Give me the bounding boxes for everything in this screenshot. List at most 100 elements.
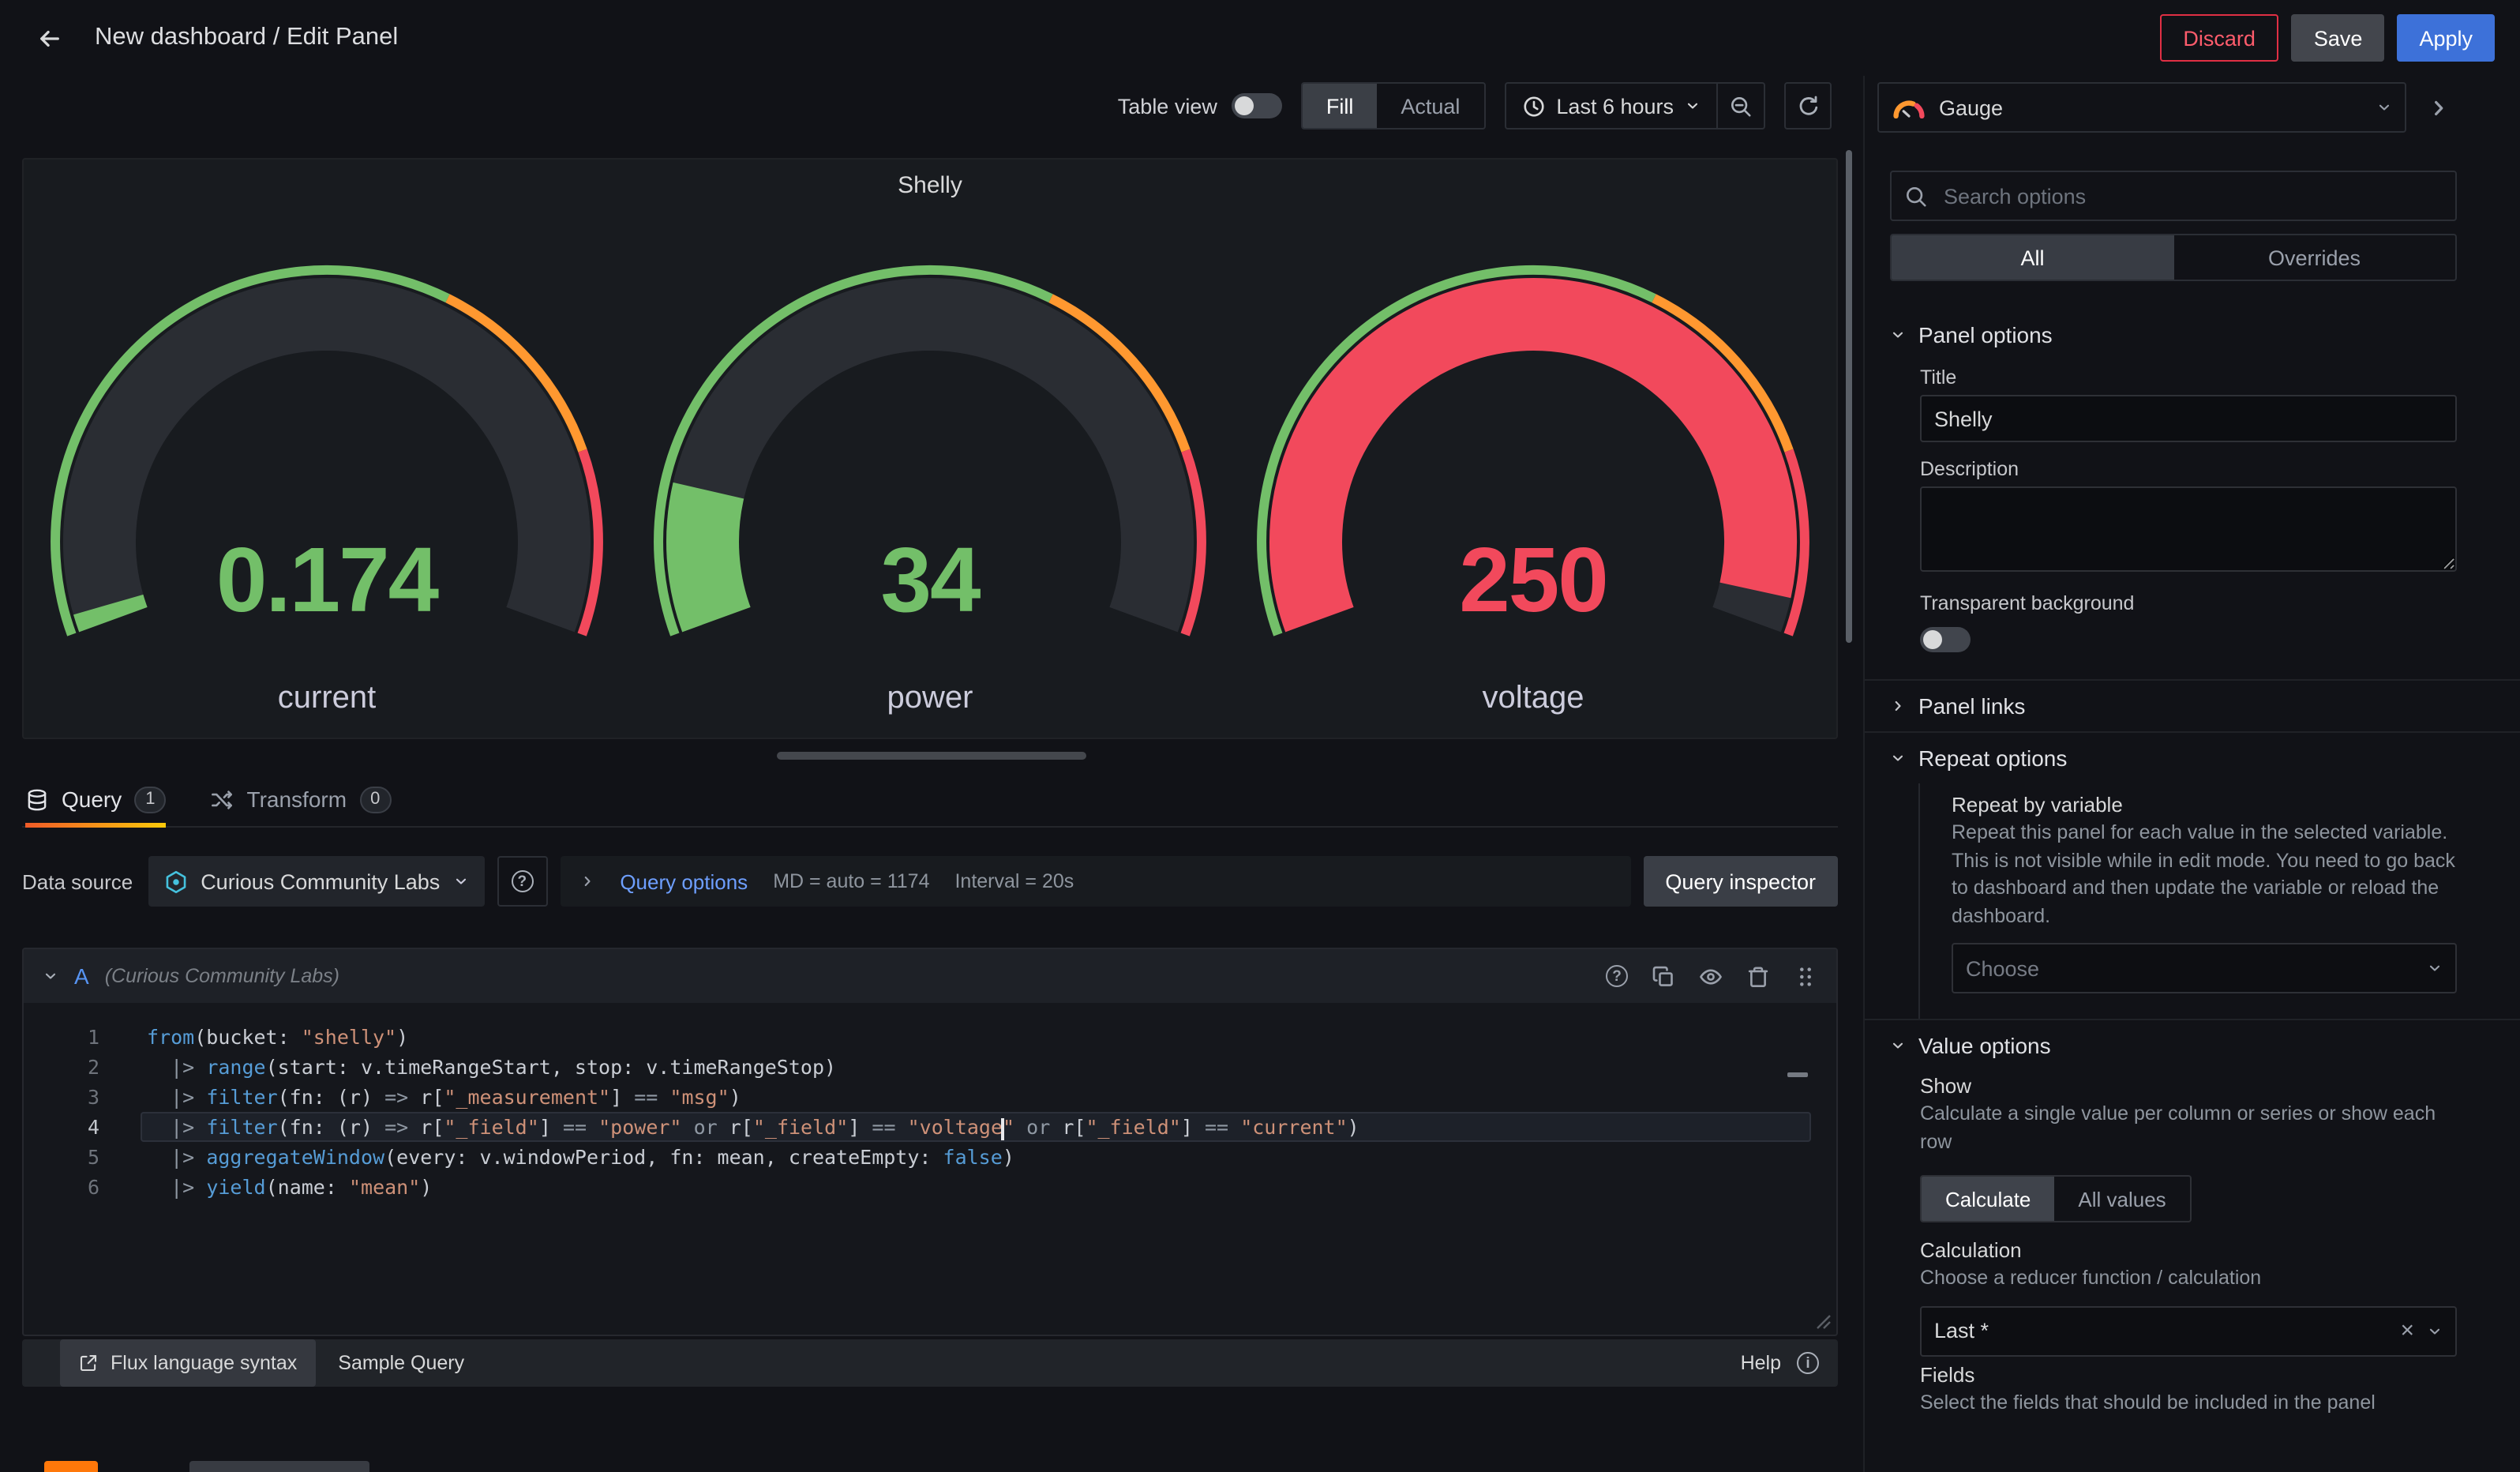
query-count-badge: 1 [134, 786, 166, 813]
repeat-description: Repeat this panel for each value in the … [1952, 820, 2457, 930]
panel-options-header[interactable]: Panel options [1865, 310, 2520, 360]
chevron-right-icon [1890, 698, 1906, 714]
query-row-actions: ? [1606, 964, 1817, 988]
gauge-label: current [30, 681, 624, 717]
query-row-header[interactable]: A (Curious Community Labs) ? [24, 949, 1836, 1003]
back-button[interactable] [25, 14, 73, 62]
query-options-link[interactable]: Query options [620, 869, 748, 893]
panel-resize-handle[interactable] [777, 752, 1086, 760]
chevron-down-icon [1890, 327, 1906, 343]
table-view-label: Table view [1118, 94, 1217, 118]
datasource-help-button[interactable]: ? [497, 856, 547, 907]
sample-query-button[interactable]: Sample Query [316, 1339, 486, 1387]
flux-syntax-button[interactable]: Flux language syntax [60, 1339, 316, 1387]
calculate-option[interactable]: Calculate [1922, 1177, 2054, 1221]
drag-handle-icon[interactable] [1794, 964, 1817, 988]
transparent-background-toggle[interactable] [1920, 627, 1971, 652]
fill-option[interactable]: Fill [1303, 84, 1378, 128]
code-line[interactable]: 2 |> range(start: v.timeRangeStart, stop… [24, 1052, 1836, 1082]
gauge-label: power [633, 681, 1227, 717]
repeat-options-body: Repeat by variable Repeat this panel for… [1918, 783, 2520, 1019]
panel-title-input[interactable] [1920, 395, 2457, 442]
options-sidebar: Gauge All Overrides [1863, 76, 2520, 1472]
flux-code[interactable]: 1from(bucket: "shelly")2 |> range(start:… [24, 1003, 1836, 1202]
options-filter-tabs: All Overrides [1890, 234, 2457, 281]
tab-transform[interactable]: Transform 0 [211, 772, 392, 826]
max-data-points: MD = auto = 1174 [773, 870, 929, 892]
collapse-chevron-icon[interactable] [43, 968, 58, 984]
interval-info: Interval = 20s [954, 870, 1074, 892]
panel-links-header[interactable]: Panel links [1865, 681, 2520, 731]
gauge-label: voltage [1236, 681, 1830, 717]
main-scrollbar[interactable] [1846, 150, 1852, 643]
table-view-control: Table view [1118, 93, 1282, 118]
transform-icon [211, 787, 234, 811]
repeat-variable-select[interactable]: Choose [1952, 943, 2457, 993]
refresh-button[interactable] [1784, 82, 1832, 130]
section-panel-options: Panel options Title Description Transpar… [1865, 310, 2520, 679]
tab-all[interactable]: All [1892, 235, 2173, 280]
database-icon [25, 787, 49, 811]
refresh-icon [1796, 94, 1820, 118]
table-view-toggle[interactable] [1232, 93, 1282, 118]
help-icon[interactable]: ? [1606, 965, 1628, 987]
code-line[interactable]: 3 |> filter(fn: (r) => r["_measurement"]… [24, 1082, 1836, 1112]
delete-icon[interactable] [1746, 964, 1770, 988]
chevron-down-icon [2427, 960, 2443, 976]
all-values-option[interactable]: All values [2054, 1177, 2189, 1221]
actual-option[interactable]: Actual [1377, 84, 1483, 128]
code-line[interactable]: 6 |> yield(name: "mean") [24, 1172, 1836, 1202]
gauge-current: 0.174 current [30, 261, 624, 717]
datasource-label: Data source [22, 869, 133, 893]
value-options-header[interactable]: Value options [1865, 1020, 2520, 1071]
cut-off-button-gray[interactable] [189, 1461, 369, 1472]
cut-off-button-orange[interactable] [44, 1461, 98, 1472]
code-line[interactable]: 1from(bucket: "shelly") [24, 1022, 1836, 1052]
editor-resize-corner[interactable] [1816, 1314, 1832, 1330]
toggle-knob [1235, 96, 1254, 115]
datasource-logo-icon [164, 869, 188, 893]
toggle-knob [1923, 630, 1942, 649]
help-label[interactable]: Help [1741, 1352, 1781, 1374]
visualization-row: Gauge [1877, 82, 2463, 133]
tab-overrides[interactable]: Overrides [2173, 235, 2455, 280]
value-options-body: Show Calculate a single value per column… [1865, 1071, 2520, 1451]
discard-button[interactable]: Discard [2159, 14, 2279, 62]
time-controls: Last 6 hours [1504, 82, 1765, 130]
gauges: 0.174 current 34 power 250 voltage [24, 261, 1836, 717]
panel-options-title: Panel options [1918, 322, 2053, 347]
clock-icon [1521, 94, 1545, 118]
apply-button[interactable]: Apply [2397, 14, 2495, 62]
visualization-picker[interactable]: Gauge [1877, 82, 2406, 133]
query-options-row[interactable]: Query options MD = auto = 1174 Interval … [560, 856, 1630, 907]
options-search-input[interactable] [1941, 182, 2443, 209]
visualization-name: Gauge [1939, 96, 2003, 119]
clear-icon[interactable]: × [2400, 1319, 2414, 1342]
time-range-picker[interactable]: Last 6 hours [1506, 84, 1716, 128]
collapse-options-button[interactable] [2413, 82, 2463, 133]
calculation-select[interactable]: Last * × [1920, 1305, 2457, 1356]
zoom-out-button[interactable] [1716, 84, 1764, 128]
value-options-title: Value options [1918, 1033, 2051, 1058]
datasource-picker[interactable]: Curious Community Labs [148, 856, 484, 907]
duplicate-icon[interactable] [1652, 964, 1675, 988]
grafana-edit-panel: New dashboard / Edit Panel Discard Save … [0, 0, 2520, 1472]
save-button[interactable]: Save [2292, 14, 2385, 62]
hide-response-icon[interactable] [1699, 964, 1723, 988]
options-sections: Panel options Title Description Transpar… [1865, 310, 2520, 1451]
main-column: Table view Fill Actual Last 6 hours [0, 76, 1863, 1472]
query-inspector-button[interactable]: Query inspector [1643, 856, 1838, 907]
fill-actual-switch: Fill Actual [1301, 82, 1486, 130]
panel-preview[interactable]: Shelly 0.174 current 34 power 250 [22, 158, 1838, 739]
description-textarea[interactable] [1920, 486, 2457, 572]
code-line[interactable]: 4 |> filter(fn: (r) => r["_field"] == "p… [24, 1112, 1836, 1142]
topbar-actions: Discard Save Apply [2159, 14, 2495, 62]
fields-description: Select the fields that should be include… [1920, 1389, 2457, 1417]
code-line[interactable]: 5 |> aggregateWindow(every: v.windowPeri… [24, 1142, 1836, 1172]
transparent-background-label: Transparent background [1920, 592, 2457, 614]
repeat-options-header[interactable]: Repeat options [1865, 733, 2520, 783]
tab-query[interactable]: Query 1 [25, 772, 167, 826]
options-search[interactable] [1890, 171, 2457, 221]
zoom-out-icon [1729, 94, 1753, 118]
info-circle-icon[interactable]: i [1797, 1352, 1819, 1374]
